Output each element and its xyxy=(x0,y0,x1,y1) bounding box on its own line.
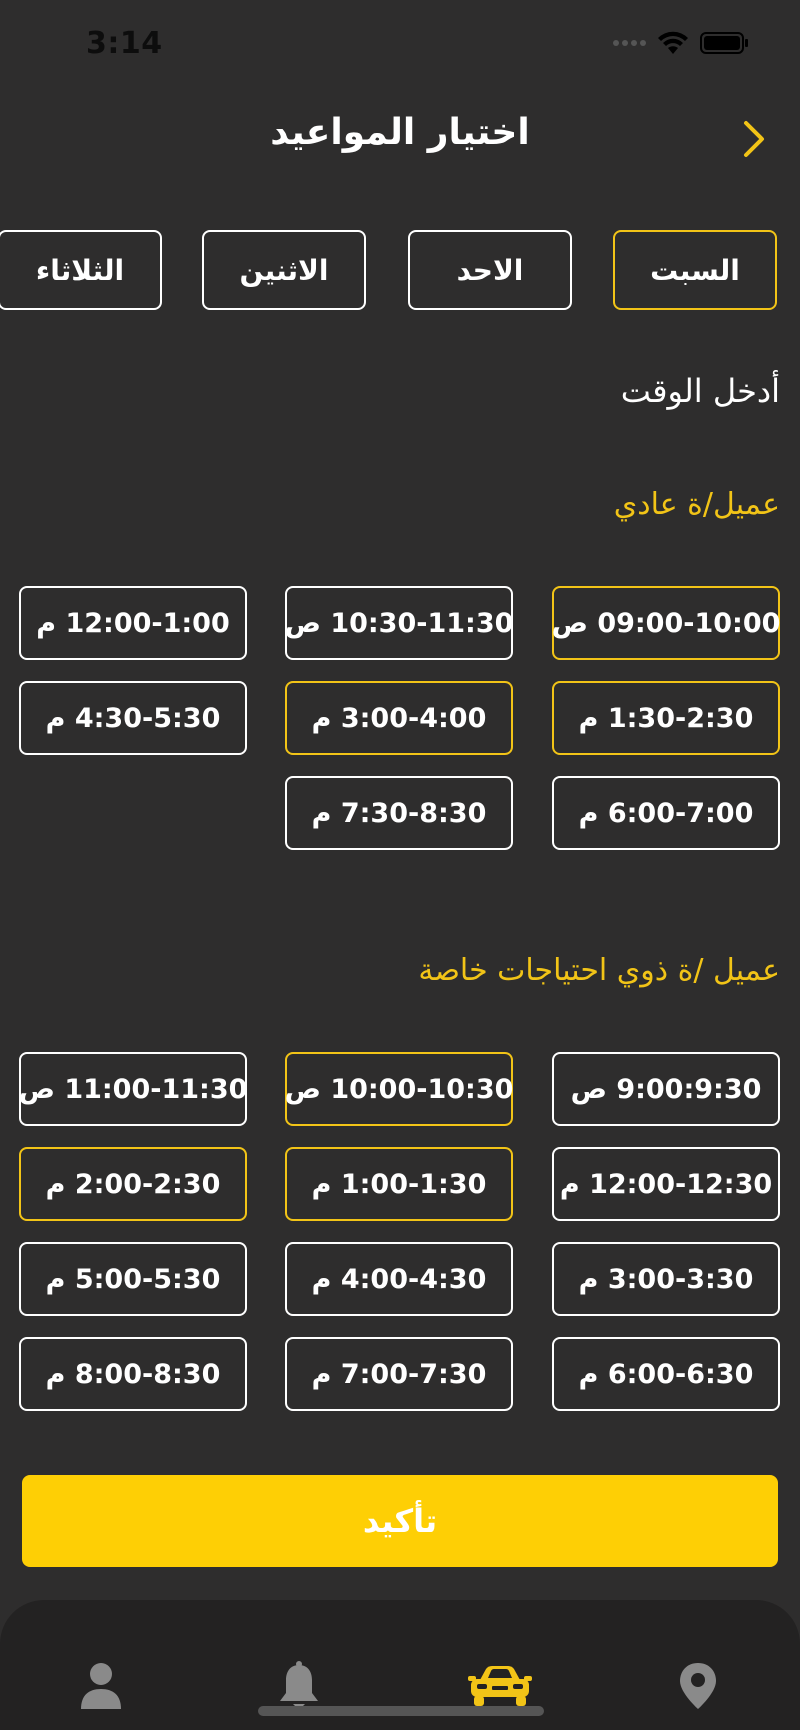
time-slot[interactable]: 1:30-2:30 م xyxy=(552,681,780,755)
tab-profile[interactable] xyxy=(71,1656,131,1716)
day-tab-saturday[interactable]: السبت xyxy=(613,230,777,310)
day-tab-monday[interactable]: الاثنين xyxy=(202,230,366,310)
time-slot[interactable]: 6:00-6:30 م xyxy=(552,1337,780,1411)
day-selector: السبت الاحد الاثنين الثلاثاء xyxy=(0,230,800,314)
signal-icon xyxy=(613,40,646,46)
time-slot[interactable]: 8:00-8:30 م xyxy=(19,1337,247,1411)
chevron-right-icon xyxy=(744,121,764,157)
status-time: 3:14 xyxy=(86,26,163,61)
time-slot[interactable]: 12:00-12:30 م xyxy=(552,1147,780,1221)
time-slot[interactable]: 10:30-11:30 ص xyxy=(285,586,513,660)
time-slot[interactable]: 4:30-5:30 م xyxy=(19,681,247,755)
time-slot[interactable]: 7:30-8:30 م xyxy=(285,776,513,850)
time-slot[interactable]: 9:00:9:30 ص xyxy=(552,1052,780,1126)
day-tab-sunday[interactable]: الاحد xyxy=(408,230,572,310)
time-slot[interactable]: 1:00-1:30 م xyxy=(285,1147,513,1221)
time-slot[interactable]: 4:00-4:30 م xyxy=(285,1242,513,1316)
time-slot[interactable]: 3:00-3:30 م xyxy=(552,1242,780,1316)
enter-time-label: أدخل الوقت xyxy=(620,372,780,410)
time-slot[interactable]: 12:00-1:00 م xyxy=(19,586,247,660)
confirm-button[interactable]: تأكيد xyxy=(22,1475,778,1567)
regular-customer-label: عميل/ة عادي xyxy=(613,487,780,522)
back-button[interactable] xyxy=(734,114,774,164)
time-slot[interactable]: 3:00-4:00 م xyxy=(285,681,513,755)
bell-icon xyxy=(280,1661,318,1708)
time-slot[interactable]: 2:00-2:30 م xyxy=(19,1147,247,1221)
special-needs-customer-label: عميل /ة ذوي احتياجات خاصة xyxy=(418,953,780,988)
day-tab-tuesday[interactable]: الثلاثاء xyxy=(0,230,162,310)
wifi-icon xyxy=(656,30,690,56)
car-icon xyxy=(468,1666,532,1706)
location-pin-icon xyxy=(680,1663,716,1709)
person-icon xyxy=(81,1663,121,1709)
tab-location[interactable] xyxy=(668,1656,728,1716)
status-icons xyxy=(613,30,750,56)
home-indicator xyxy=(258,1706,544,1716)
time-slot[interactable]: 7:00-7:30 م xyxy=(285,1337,513,1411)
time-slot[interactable]: 5:00-5:30 م xyxy=(19,1242,247,1316)
battery-icon xyxy=(700,31,750,55)
time-slot[interactable]: 11:00-11:30 ص xyxy=(19,1052,247,1126)
time-slot[interactable]: 10:00-10:30 ص xyxy=(285,1052,513,1126)
page-title: اختيار المواعيد xyxy=(270,112,530,153)
time-slot[interactable]: 09:00-10:00 ص xyxy=(552,586,780,660)
time-slot[interactable]: 6:00-7:00 م xyxy=(552,776,780,850)
